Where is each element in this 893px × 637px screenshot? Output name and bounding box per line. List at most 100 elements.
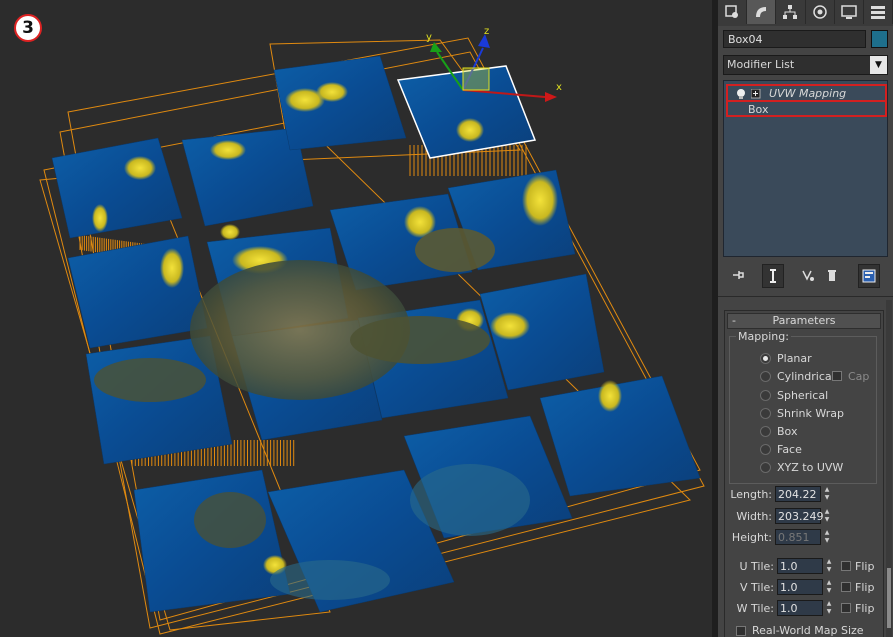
radio-planar[interactable]: Planar xyxy=(760,350,812,366)
width-spinner[interactable]: ▲ ▼ xyxy=(823,508,831,524)
tab-create[interactable] xyxy=(718,0,748,24)
object-name-field[interactable] xyxy=(723,30,866,48)
checkbox-box xyxy=(841,561,851,571)
radio-dot xyxy=(760,389,771,401)
stack-item-box[interactable]: Box xyxy=(726,100,887,117)
radio-dot xyxy=(760,352,771,364)
v-tile-field[interactable]: 1.0 xyxy=(777,579,823,595)
scrollbar-thumb[interactable] xyxy=(887,568,891,628)
perspective-viewport[interactable]: x y z 3 xyxy=(0,0,712,637)
turtle-flipper xyxy=(94,358,206,402)
remove-modifier-button[interactable] xyxy=(822,264,842,286)
checkbox-box xyxy=(841,603,851,613)
w-tile-row: W Tile: 1.0 ▲ ▼ Flip xyxy=(724,599,874,617)
width-field[interactable]: 203.249 xyxy=(775,508,824,524)
modifier-list-label: Modifier List xyxy=(727,58,795,71)
box-stack-label: Box xyxy=(748,103,769,116)
tab-hierarchy[interactable] xyxy=(776,0,806,24)
fish-shape xyxy=(456,118,484,142)
make-unique-button[interactable] xyxy=(798,264,818,286)
radio-face[interactable]: Face xyxy=(760,441,802,457)
u-flip-checkbox[interactable]: Flip xyxy=(841,560,874,573)
pin-icon xyxy=(733,271,744,279)
v-flip-checkbox[interactable]: Flip xyxy=(841,581,874,594)
configure-modifier-sets-button[interactable] xyxy=(858,264,880,288)
height-row: Height: 0.851 ▲ ▼ xyxy=(720,528,831,546)
x-axis-arrow-icon xyxy=(545,92,557,102)
mapping-group-title: Mapping: xyxy=(736,330,791,343)
w-flip-checkbox[interactable]: Flip xyxy=(841,602,874,615)
radio-xyz-to-uvw[interactable]: XYZ to UVW xyxy=(760,459,843,475)
turtle-flipper xyxy=(350,316,490,364)
chevron-down-icon[interactable]: ▼ xyxy=(870,56,887,74)
radio-cylindrical[interactable]: Cylindrical xyxy=(760,368,835,384)
y-axis-label: y xyxy=(426,32,432,43)
fish-shape xyxy=(220,224,240,240)
length-field[interactable]: 204.22 xyxy=(775,486,821,502)
trash-icon xyxy=(828,270,836,281)
radio-spherical[interactable]: Spherical xyxy=(760,387,828,403)
radio-dot xyxy=(760,461,771,473)
lightbulb-icon[interactable] xyxy=(735,88,747,100)
coral-shape xyxy=(410,464,530,536)
width-row: Width: 203.249 ▲ ▼ xyxy=(720,507,831,525)
w-tile-spinner[interactable]: ▲ ▼ xyxy=(825,600,833,616)
length-spinner[interactable]: ▲ ▼ xyxy=(823,486,831,502)
w-tile-label: W Tile: xyxy=(736,601,774,615)
create-icon xyxy=(725,5,739,18)
coral-shape xyxy=(270,560,390,600)
expand-plus-icon[interactable] xyxy=(751,89,761,99)
tab-utilities[interactable] xyxy=(864,0,893,24)
panel-scrollbar[interactable] xyxy=(886,300,892,637)
show-end-result-button[interactable] xyxy=(762,264,784,288)
u-tile-spinner[interactable]: ▲ ▼ xyxy=(825,558,833,574)
width-label: Width: xyxy=(736,509,772,523)
fish-shape xyxy=(92,204,108,232)
radio-dot xyxy=(760,407,771,419)
real-world-map-size-checkbox[interactable]: Real-World Map Size xyxy=(736,624,864,637)
modifier-list-dropdown[interactable]: Modifier List ▼ xyxy=(723,55,888,75)
cap-checkbox[interactable]: Cap xyxy=(832,368,869,384)
hierarchy-icon xyxy=(783,5,798,19)
v-tile-row: V Tile: 1.0 ▲ ▼ Flip xyxy=(724,578,874,596)
u-tile-label: U Tile: xyxy=(739,559,774,573)
texture-tile[interactable] xyxy=(51,137,183,239)
length-label: Length: xyxy=(730,487,772,501)
modify-icon xyxy=(756,7,767,17)
fish-shape xyxy=(490,312,530,340)
radio-dot xyxy=(760,425,771,437)
mapped-tiles xyxy=(51,55,701,613)
tab-modify[interactable] xyxy=(747,0,777,24)
utilities-icon xyxy=(870,6,885,19)
command-panel: Modifier List ▼ UVW Mapping Box xyxy=(718,0,893,637)
z-axis-label: z xyxy=(484,26,489,37)
parameters-rollout-header[interactable]: - Parameters xyxy=(727,313,881,329)
radio-shrink-wrap[interactable]: Shrink Wrap xyxy=(760,405,844,421)
height-spinner[interactable]: ▲ ▼ xyxy=(823,529,831,545)
height-label: Height: xyxy=(731,530,772,544)
length-row: Length: 204.22 ▲ ▼ xyxy=(720,485,831,503)
configure-icon xyxy=(862,269,876,283)
tab-motion[interactable] xyxy=(806,0,835,24)
w-tile-field[interactable]: 1.0 xyxy=(777,600,823,616)
tab-display[interactable] xyxy=(835,0,864,24)
height-field[interactable]: 0.851 xyxy=(775,529,821,545)
object-color-swatch[interactable] xyxy=(871,30,888,48)
checkbox-box xyxy=(736,625,746,636)
texture-tile[interactable] xyxy=(67,235,208,349)
x-axis-label: x xyxy=(556,82,562,93)
command-panel-tabs xyxy=(718,0,893,26)
turtle-head xyxy=(415,228,495,272)
v-tile-spinner[interactable]: ▲ ▼ xyxy=(825,579,833,595)
u-tile-field[interactable]: 1.0 xyxy=(777,558,823,574)
pin-stack-button[interactable] xyxy=(728,264,748,286)
u-tile-row: U Tile: 1.0 ▲ ▼ Flip xyxy=(724,557,874,575)
stack-toolbar xyxy=(718,264,893,288)
end-result-icon xyxy=(770,269,776,283)
radio-dot xyxy=(760,443,771,455)
fish-shape xyxy=(598,380,622,412)
radio-box[interactable]: Box xyxy=(760,423,797,439)
radio-dot xyxy=(760,370,771,382)
modifier-stack: UVW Mapping Box xyxy=(723,80,888,257)
checkbox-box xyxy=(841,582,851,592)
